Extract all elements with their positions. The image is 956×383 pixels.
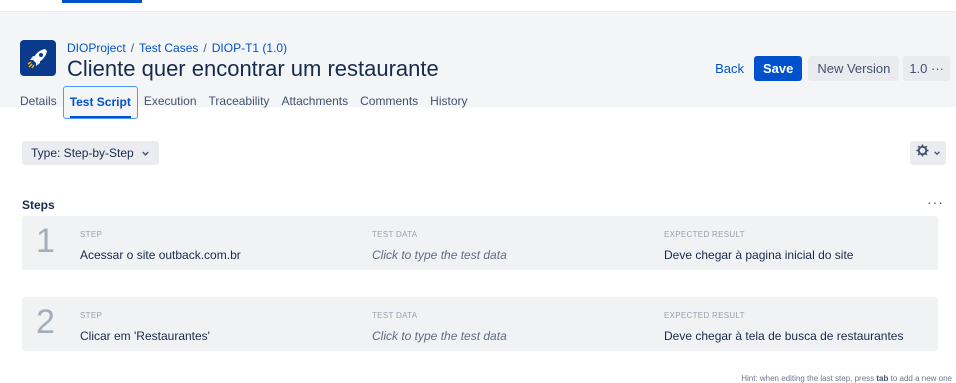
step-row[interactable]: 1 STEP Acessar o site outback.com.br TES… bbox=[22, 216, 938, 270]
breadcrumb-separator: / bbox=[130, 41, 135, 55]
script-type-dropdown[interactable]: Type: Step-by-Step bbox=[22, 141, 160, 166]
save-button[interactable]: Save bbox=[753, 56, 803, 81]
chevron-down-icon bbox=[141, 142, 150, 166]
test-data-column-label: TEST DATA bbox=[372, 230, 418, 239]
steps-heading: Steps bbox=[22, 198, 55, 212]
new-version-button[interactable]: New Version bbox=[808, 56, 900, 81]
top-nav-active-indicator bbox=[62, 0, 142, 3]
expected-result-column-label: EXPECTED RESULT bbox=[664, 230, 745, 239]
hint-key: tab bbox=[876, 374, 889, 383]
script-type-label: Type: Step-by-Step bbox=[31, 146, 134, 160]
more-options-icon[interactable]: ··· bbox=[927, 194, 944, 210]
gear-icon bbox=[915, 144, 929, 162]
hint-text: Hint: when editing the last step, press … bbox=[741, 374, 952, 383]
header-actions: Back Save New Version 1.0 ··· bbox=[709, 56, 950, 81]
step-row[interactable]: 2 STEP Clicar em 'Restaurantes' TEST DAT… bbox=[22, 297, 938, 351]
tab-details[interactable]: Details bbox=[0, 86, 63, 119]
version-menu-button[interactable]: 1.0 ··· bbox=[903, 56, 950, 81]
chevron-down-icon bbox=[933, 144, 941, 162]
tab-test-script[interactable]: Test Script bbox=[62, 86, 138, 119]
tab-attachments[interactable]: Attachments bbox=[275, 86, 354, 119]
back-button[interactable]: Back bbox=[709, 56, 750, 81]
expected-result-column-label: EXPECTED RESULT bbox=[664, 311, 745, 320]
step-number: 1 bbox=[36, 222, 55, 260]
test-data-column-label: TEST DATA bbox=[372, 311, 418, 320]
step-description[interactable]: Acessar o site outback.com.br bbox=[80, 248, 241, 262]
step-number: 2 bbox=[36, 303, 55, 341]
tab-execution[interactable]: Execution bbox=[138, 86, 203, 119]
step-column-label: STEP bbox=[80, 311, 103, 320]
breadcrumb-separator: / bbox=[203, 41, 207, 55]
expected-result[interactable]: Deve chegar à pagina inicial do site bbox=[664, 248, 853, 262]
page-header: DIOProject / Test Cases / DIOP-T1 (1.0) Clie… bbox=[0, 12, 956, 119]
rocket-icon[interactable] bbox=[20, 40, 56, 76]
tab-traceability[interactable]: Traceability bbox=[203, 86, 276, 119]
settings-menu-button[interactable] bbox=[910, 141, 946, 165]
breadcrumb: DIOProject / Test Cases / DIOP-T1 (1.0) bbox=[67, 41, 287, 55]
breadcrumb-test-cases[interactable]: Test Cases bbox=[139, 41, 198, 55]
test-data-field[interactable]: Click to type the test data bbox=[372, 329, 507, 343]
page-title: Cliente quer encontrar um restaurante bbox=[67, 56, 439, 81]
test-data-field[interactable]: Click to type the test data bbox=[372, 248, 507, 262]
tab-history[interactable]: History bbox=[424, 86, 473, 119]
hint-text-start: Hint: when editing the last step, press bbox=[741, 374, 877, 383]
expected-result[interactable]: Deve chegar à tela de busca de restauran… bbox=[664, 329, 903, 343]
step-column-label: STEP bbox=[80, 230, 103, 239]
tab-bar: Details Test Script Execution Traceabili… bbox=[0, 86, 474, 119]
hint-text-end: to add a new one bbox=[888, 374, 952, 383]
step-description[interactable]: Clicar em 'Restaurantes' bbox=[80, 329, 210, 343]
breadcrumb-project[interactable]: DIOProject bbox=[67, 41, 126, 55]
tab-comments[interactable]: Comments bbox=[354, 86, 424, 119]
breadcrumb-test-case-key[interactable]: DIOP-T1 (1.0) bbox=[212, 41, 287, 55]
